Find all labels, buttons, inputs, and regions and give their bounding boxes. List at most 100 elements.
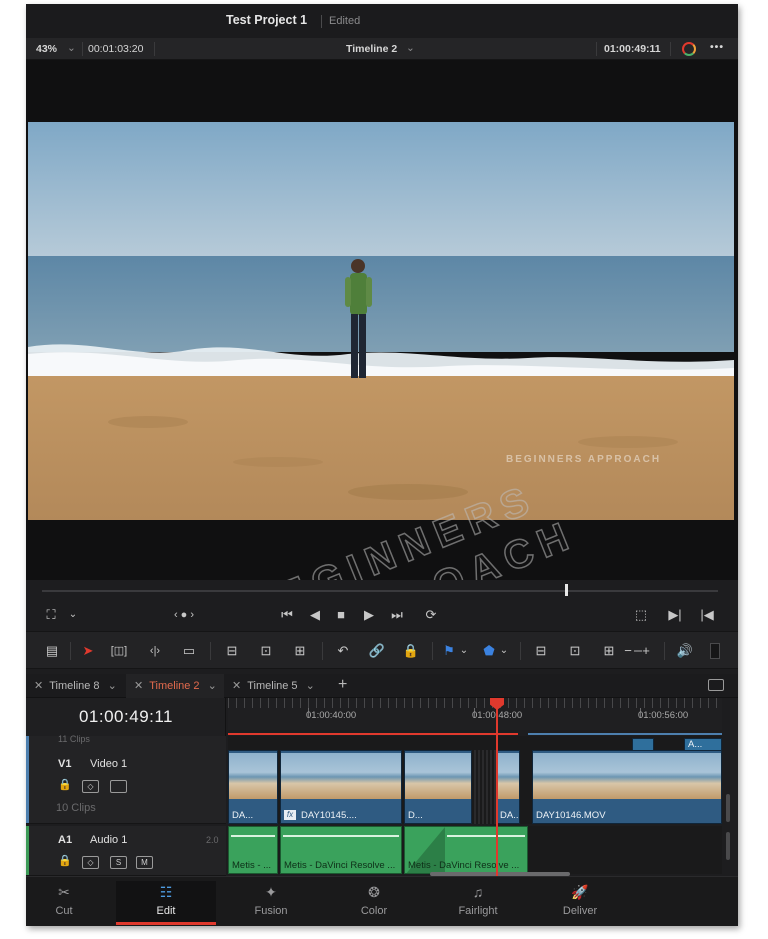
- track-name[interactable]: Video 1: [90, 758, 127, 770]
- playhead-line[interactable]: [496, 704, 498, 876]
- transform-dropdown-icon[interactable]: ⌄: [62, 605, 84, 625]
- add-tab-icon[interactable]: +: [338, 676, 347, 694]
- lock-track-icon[interactable]: 🔒: [58, 854, 72, 867]
- clip-thumbnail: [281, 753, 401, 799]
- viewer-scrubber[interactable]: [26, 580, 738, 602]
- scrub-playhead[interactable]: [565, 584, 568, 596]
- more-options-icon[interactable]: •••: [710, 41, 724, 53]
- track-output-icon[interactable]: [110, 780, 127, 793]
- selection-mode-icon[interactable]: ➤: [78, 641, 98, 661]
- marker-dropdown-icon[interactable]: ⌄: [498, 641, 510, 661]
- project-status: Edited: [329, 15, 361, 27]
- audio-clip[interactable]: Metis - DaVinci Resolve ...: [280, 826, 402, 874]
- mute-button[interactable]: M: [136, 856, 153, 869]
- divider: [210, 642, 211, 660]
- divider: [520, 642, 521, 660]
- loop-icon[interactable]: ⟳: [420, 605, 442, 625]
- divider: [664, 642, 665, 660]
- marker-icon[interactable]: ⬟: [480, 641, 498, 661]
- video-clip[interactable]: D...: [404, 750, 472, 824]
- video-frame: BEGINNERS APPROACH: [28, 122, 734, 520]
- zoom-out-icon[interactable]: −: [622, 641, 634, 661]
- previous-edit-icon[interactable]: |◀: [696, 605, 718, 625]
- timeline-dropdown-icon[interactable]: ⌄: [406, 42, 415, 54]
- next-edit-icon[interactable]: ▶|: [664, 605, 686, 625]
- audio-clip[interactable]: Metis - DaVinci Resolve ...: [404, 826, 528, 874]
- page-color[interactable]: ❂ Color: [324, 881, 424, 925]
- a1-track-lane: Metis - ... Metis - DaVinci Resolve ... …: [228, 826, 722, 874]
- zoom-full-icon[interactable]: ⊟: [528, 641, 554, 661]
- divider: [432, 642, 433, 660]
- video-clip[interactable]: fx DAY10145....: [280, 750, 402, 824]
- go-to-start-icon[interactable]: ⏮: [276, 605, 298, 625]
- zoom-detail-icon[interactable]: ⊡: [562, 641, 588, 661]
- overwrite-clip-icon[interactable]: ⊡: [254, 641, 278, 661]
- play-reverse-icon[interactable]: ◀: [304, 605, 326, 625]
- video-clip[interactable]: DA...: [228, 750, 278, 824]
- timeline-timecode[interactable]: 01:00:49:11: [26, 707, 226, 727]
- track-name[interactable]: Audio 1: [90, 834, 127, 846]
- zoom-in-icon[interactable]: +: [640, 641, 652, 661]
- nav-dots-icon[interactable]: ‹ ● ›: [162, 605, 206, 625]
- tab-dropdown-icon[interactable]: ⌄: [208, 680, 217, 692]
- timeline-view-options-icon[interactable]: ▤: [40, 641, 64, 661]
- timeline-name[interactable]: Timeline 2: [346, 43, 397, 55]
- blade-mode-icon[interactable]: ▭: [178, 641, 200, 661]
- ruler-ticks: [228, 698, 722, 708]
- zoom-dropdown-icon[interactable]: ⌄: [67, 42, 76, 54]
- position-lock-icon[interactable]: 🔒: [400, 641, 422, 661]
- audio-clip[interactable]: Metis - ...: [228, 826, 278, 874]
- lock-track-icon[interactable]: 🔒: [58, 778, 72, 791]
- auto-select-icon[interactable]: ◇: [82, 856, 99, 869]
- auto-select-icon[interactable]: ◇: [82, 780, 99, 793]
- zoom-level[interactable]: 43%: [36, 43, 57, 55]
- clip-name: DAY10146.MOV: [536, 810, 606, 821]
- tab-dropdown-icon[interactable]: ⌄: [108, 680, 117, 692]
- close-tab-icon[interactable]: ✕: [232, 680, 241, 692]
- audio-track-scrollbar[interactable]: [726, 832, 730, 860]
- tab-timeline-8[interactable]: ✕ Timeline 8 ⌄: [26, 674, 126, 698]
- linked-selection-icon[interactable]: 🔗: [366, 641, 388, 661]
- tab-timeline-5[interactable]: ✕ Timeline 5 ⌄: [224, 674, 324, 698]
- color-scope-icon[interactable]: [682, 42, 696, 56]
- page-cut[interactable]: ✂ Cut: [26, 881, 114, 925]
- waveform: [283, 835, 399, 837]
- transform-icon[interactable]: ⛶: [40, 605, 62, 625]
- stop-icon[interactable]: ■: [330, 605, 352, 625]
- clip-name: Metis - DaVinci Resolve ...: [284, 860, 396, 871]
- close-tab-icon[interactable]: ✕: [34, 680, 43, 692]
- active-page-indicator: [116, 922, 216, 925]
- page-label: Fairlight: [458, 905, 498, 917]
- match-frame-icon[interactable]: ⬚: [630, 605, 652, 625]
- ruler-label: 01:00:40:00: [306, 710, 357, 721]
- zoom-custom-icon[interactable]: ⊞: [596, 641, 622, 661]
- trim-mode-icon[interactable]: [◫]: [106, 641, 132, 661]
- page-fusion[interactable]: ✦ Fusion: [221, 881, 321, 925]
- scrub-track[interactable]: [42, 590, 718, 592]
- video-clip[interactable]: DAY10146.MOV: [532, 750, 722, 824]
- video-track-scrollbar[interactable]: [726, 794, 730, 822]
- video-clip[interactable]: DA...: [496, 750, 520, 824]
- flag-dropdown-icon[interactable]: ⌄: [458, 641, 470, 661]
- insert-clip-icon[interactable]: ⊟: [220, 641, 244, 661]
- page-deliver[interactable]: 🚀 Deliver: [530, 881, 630, 925]
- page-edit[interactable]: ☷ Edit: [116, 881, 216, 925]
- go-to-end-icon[interactable]: ⏭: [386, 605, 408, 625]
- play-icon[interactable]: ▶: [358, 605, 380, 625]
- close-tab-icon[interactable]: ✕: [134, 680, 143, 692]
- flag-icon[interactable]: ⚑: [440, 641, 458, 661]
- clip-thumbnail: [405, 753, 471, 799]
- waveform: [447, 835, 525, 837]
- timeline-ruler[interactable]: 01:00:40:00 01:00:48:00 01:00:56:00: [228, 698, 722, 730]
- solo-button[interactable]: S: [110, 856, 127, 869]
- clip-name: Metis - ...: [232, 860, 272, 871]
- snapping-icon[interactable]: ↶: [332, 641, 354, 661]
- replace-clip-icon[interactable]: ⊞: [288, 641, 312, 661]
- tab-dropdown-icon[interactable]: ⌄: [306, 680, 315, 692]
- tab-timeline-2[interactable]: ✕ Timeline 2 ⌄: [126, 674, 224, 698]
- page-fairlight[interactable]: ♫ Fairlight: [428, 881, 528, 925]
- clip-count: 10 Clips: [56, 802, 96, 814]
- audio-volume-icon[interactable]: 🔊: [674, 641, 696, 661]
- tab-panel-icon[interactable]: [708, 679, 724, 691]
- dynamic-trim-icon[interactable]: ‹|›: [142, 641, 168, 661]
